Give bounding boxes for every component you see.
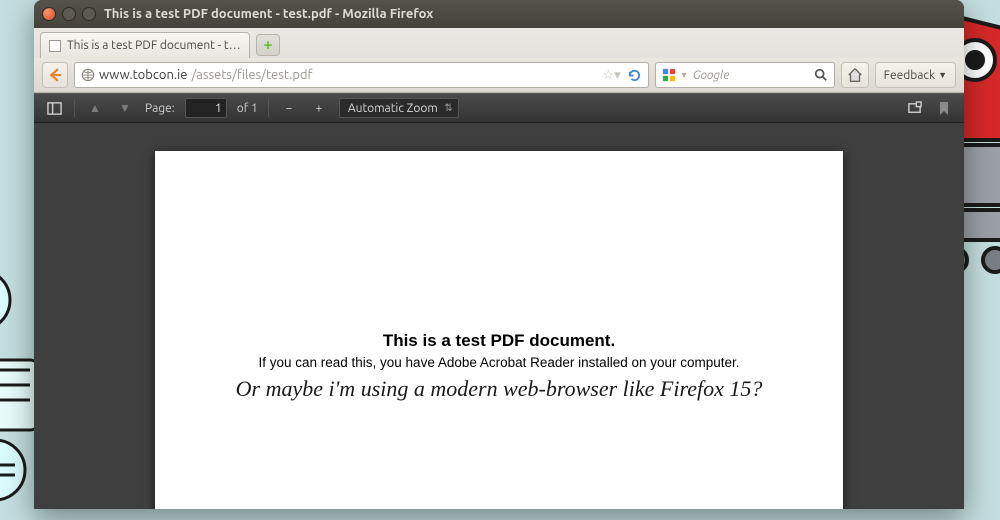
doc-heading: This is a test PDF document. bbox=[185, 331, 813, 351]
plus-icon: + bbox=[263, 36, 272, 54]
prev-page-button[interactable]: ▲ bbox=[85, 98, 105, 118]
arrow-up-icon: ▲ bbox=[89, 101, 101, 115]
url-bar[interactable]: www.tobcon.ie/assets/files/test.pdf ☆▾ bbox=[74, 62, 649, 88]
presentation-button[interactable] bbox=[904, 98, 924, 118]
browser-window: This is a test PDF document - test.pdf -… bbox=[34, 0, 964, 509]
sidebar-toggle-button[interactable] bbox=[44, 98, 64, 118]
window-buttons bbox=[42, 7, 96, 21]
plus-icon: + bbox=[315, 102, 322, 115]
chevron-down-icon: ▼ bbox=[938, 70, 947, 80]
presentation-icon bbox=[907, 101, 922, 116]
new-tab-button[interactable]: + bbox=[256, 34, 280, 56]
window-title: This is a test PDF document - test.pdf -… bbox=[104, 7, 433, 21]
pdf-viewport[interactable]: This is a test PDF document. If you can … bbox=[34, 123, 964, 509]
reload-icon[interactable] bbox=[627, 68, 642, 83]
sidebar-icon bbox=[47, 101, 62, 116]
minus-icon: − bbox=[285, 102, 292, 115]
page-label: Page: bbox=[145, 102, 175, 115]
arrow-left-icon bbox=[46, 66, 64, 84]
page-number-input[interactable] bbox=[185, 98, 227, 118]
feedback-label: Feedback bbox=[884, 69, 935, 82]
nav-toolbar: www.tobcon.ie/assets/files/test.pdf ☆▾ ▾… bbox=[34, 58, 964, 92]
bookmark-icon bbox=[938, 101, 950, 116]
pdf-page: This is a test PDF document. If you can … bbox=[155, 151, 843, 509]
next-page-button[interactable]: ▼ bbox=[115, 98, 135, 118]
zoom-out-button[interactable]: − bbox=[279, 98, 299, 118]
arrow-down-icon: ▼ bbox=[119, 101, 131, 115]
globe-icon bbox=[81, 68, 95, 82]
zoom-select[interactable]: Automatic Zoom bbox=[339, 98, 459, 118]
zoom-in-button[interactable]: + bbox=[309, 98, 329, 118]
pdf-toolbar: ▲ ▼ Page: of 1 − + Automatic Zoom bbox=[34, 93, 964, 123]
home-icon bbox=[846, 66, 864, 84]
bookmark-button[interactable] bbox=[934, 98, 954, 118]
zoom-level-label: Automatic Zoom bbox=[348, 102, 438, 115]
page-count: of 1 bbox=[237, 102, 258, 115]
tab-strip: This is a test PDF document - t… + bbox=[34, 28, 964, 58]
search-placeholder: Google bbox=[693, 69, 730, 82]
tab-label: This is a test PDF document - t… bbox=[67, 39, 241, 52]
doc-line-2: Or maybe i'm using a modern web-browser … bbox=[185, 376, 813, 402]
bookmark-star-icon[interactable]: ☆▾ bbox=[602, 68, 620, 83]
search-icon[interactable] bbox=[814, 68, 828, 82]
url-path: /assets/files/test.pdf bbox=[191, 68, 312, 82]
window-minimize-button[interactable] bbox=[62, 7, 76, 21]
home-button[interactable] bbox=[841, 62, 869, 88]
page-icon bbox=[49, 40, 61, 52]
tab-active[interactable]: This is a test PDF document - t… bbox=[40, 32, 250, 58]
url-host: www.tobcon.ie bbox=[99, 68, 187, 82]
doc-line-1: If you can read this, you have Adobe Acr… bbox=[185, 355, 813, 370]
window-close-button[interactable] bbox=[42, 7, 56, 21]
back-button[interactable] bbox=[42, 62, 68, 88]
window-maximize-button[interactable] bbox=[82, 7, 96, 21]
window-titlebar[interactable]: This is a test PDF document - test.pdf -… bbox=[34, 0, 964, 28]
browser-chrome: This is a test PDF document - t… + www.t… bbox=[34, 28, 964, 93]
feedback-button[interactable]: Feedback ▼ bbox=[875, 62, 956, 88]
search-bar[interactable]: ▾ Google bbox=[655, 62, 835, 88]
google-icon bbox=[662, 68, 676, 82]
